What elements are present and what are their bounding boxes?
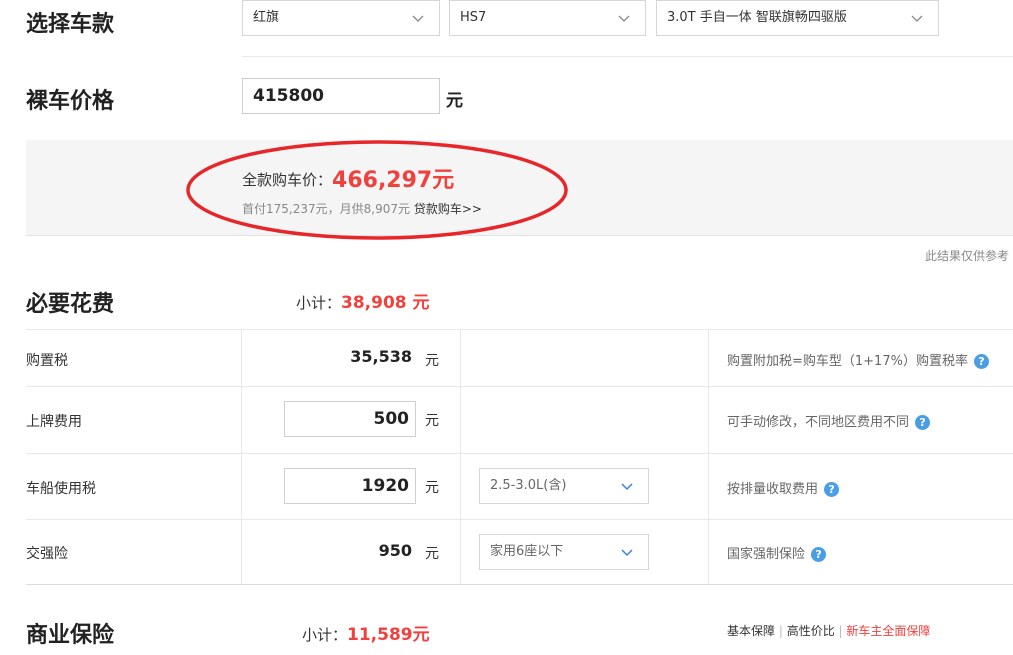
- purchase-tax-note: 购置附加税=购车型（1+17%）购置税率?: [727, 350, 989, 369]
- chevron-down-icon: [412, 15, 424, 22]
- required-subtotal: 小计：38,908 元: [296, 288, 430, 313]
- model-select-value: HS7: [460, 10, 487, 25]
- registration-fee-note-text: 可手动修改，不同地区费用不同: [727, 415, 910, 430]
- select-car-title: 选择车款: [26, 12, 115, 37]
- compulsory-insurance-value: 950: [378, 541, 412, 560]
- plan-value-link[interactable]: 高性价比: [787, 624, 835, 638]
- bare-price-unit: 元: [446, 91, 463, 111]
- plan-full-link[interactable]: 新车主全面保障: [846, 624, 930, 638]
- chevron-down-icon: [621, 483, 633, 491]
- commercial-title: 商业保险: [26, 623, 115, 648]
- required-subtotal-value: 38,908 元: [341, 293, 430, 313]
- purchase-tax-note-text: 购置附加税=购车型（1+17%）购置税率: [727, 354, 968, 369]
- vehicle-tax-input[interactable]: 1920: [284, 468, 416, 504]
- row-label-compulsory-insurance: 交强险: [26, 546, 68, 562]
- trim-select-value: 3.0T 手自一体 智联旗畅四驱版: [667, 10, 847, 25]
- table-divider: [241, 329, 242, 584]
- purchase-tax-value: 35,538: [350, 347, 412, 366]
- seats-select[interactable]: 家用6座以下: [479, 534, 649, 570]
- table-divider: [460, 329, 461, 584]
- brand-select[interactable]: 红旗: [242, 0, 440, 36]
- required-title: 必要花费: [26, 292, 115, 317]
- help-icon[interactable]: ?: [915, 415, 931, 430]
- commercial-subtotal: 小计：11,589元: [302, 620, 430, 645]
- brand-select-value: 红旗: [253, 10, 280, 25]
- row-label-purchase-tax: 购置税: [26, 353, 68, 369]
- table-divider: [26, 386, 1013, 387]
- commercial-subtotal-label: 小计：: [302, 626, 348, 644]
- help-icon[interactable]: ?: [973, 354, 989, 369]
- table-divider: [26, 453, 1013, 454]
- divider: [242, 56, 1013, 57]
- insurance-plan-links: 基本保障 | 高性价比 | 新车主全面保障: [727, 622, 930, 639]
- chevron-down-icon: [618, 15, 630, 22]
- highlight-oval: [186, 140, 568, 240]
- chevron-down-icon: [911, 15, 923, 22]
- displacement-select[interactable]: 2.5-3.0L(含): [479, 468, 649, 504]
- chevron-down-icon: [621, 549, 633, 557]
- trim-select[interactable]: 3.0T 手自一体 智联旗畅四驱版: [656, 0, 939, 36]
- registration-fee-input[interactable]: 500: [284, 401, 416, 437]
- model-select[interactable]: HS7: [449, 0, 646, 36]
- help-icon[interactable]: ?: [824, 482, 840, 497]
- displacement-select-value: 2.5-3.0L(含): [490, 478, 567, 493]
- table-divider: [26, 329, 1013, 330]
- disclaimer: 此结果仅供参考: [924, 249, 1009, 263]
- table-divider: [26, 584, 1013, 585]
- seats-select-value: 家用6座以下: [490, 544, 564, 559]
- compulsory-insurance-note: 国家强制保险?: [727, 543, 827, 562]
- link-separator: |: [775, 624, 787, 638]
- vehicle-tax-unit: 元: [425, 480, 439, 496]
- purchase-tax-unit: 元: [425, 353, 439, 369]
- bare-price-input[interactable]: 415800: [242, 78, 440, 114]
- registration-fee-note: 可手动修改，不同地区费用不同?: [727, 411, 931, 430]
- bare-price-title: 裸车价格: [26, 89, 115, 114]
- help-icon[interactable]: ?: [811, 547, 827, 562]
- plan-basic-link[interactable]: 基本保障: [727, 624, 775, 638]
- table-divider: [26, 519, 1013, 520]
- vehicle-tax-note: 按排量收取费用?: [727, 478, 840, 497]
- compulsory-insurance-unit: 元: [425, 546, 439, 562]
- commercial-subtotal-value: 11,589元: [347, 625, 430, 645]
- link-separator: |: [834, 624, 847, 638]
- table-divider: [708, 329, 709, 584]
- vehicle-tax-note-text: 按排量收取费用: [727, 482, 819, 497]
- row-label-registration-fee: 上牌费用: [26, 414, 82, 430]
- row-label-vehicle-tax: 车船使用税: [26, 481, 96, 497]
- compulsory-insurance-note-text: 国家强制保险: [727, 547, 806, 562]
- required-subtotal-label: 小计：: [296, 294, 342, 312]
- registration-fee-unit: 元: [425, 413, 439, 429]
